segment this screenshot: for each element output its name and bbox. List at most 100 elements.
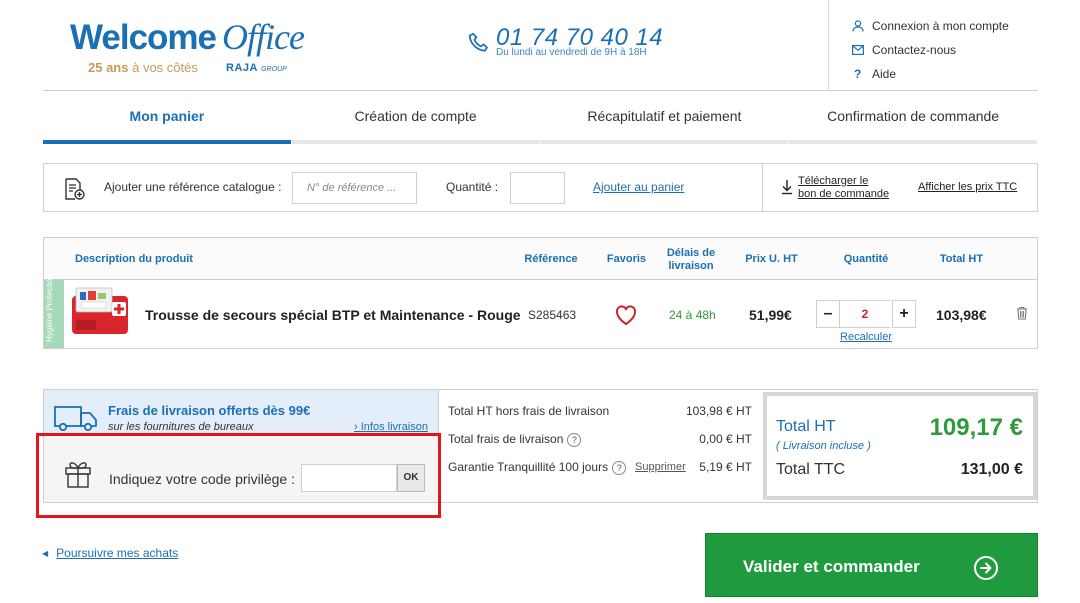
info-icon[interactable]: ? [567, 432, 582, 447]
shipping-label: Total frais de livraison [448, 432, 564, 446]
show-ttc-prices-link[interactable]: Afficher les prix TTC [918, 181, 1017, 193]
step-summary-payment[interactable]: Récapitulatif et paiement [540, 100, 789, 144]
tagline-years: 25 ans [88, 60, 129, 75]
checkout-steps: Mon panier Création de compte Récapitula… [43, 100, 1038, 144]
recalculate-link[interactable]: Recalculer [840, 331, 892, 343]
phone-icon [468, 32, 488, 52]
quantity-increase-button[interactable]: + [892, 300, 916, 328]
continue-shopping-link[interactable]: ◀ Poursuivre mes achats [42, 546, 178, 560]
heart-icon[interactable] [614, 304, 638, 326]
row-total: 103,98€ [936, 307, 987, 323]
catalog-add-icon [65, 178, 85, 200]
header-divider-line [43, 90, 1038, 91]
quantity-input[interactable] [510, 172, 565, 204]
trash-icon[interactable] [1016, 306, 1028, 320]
step-cart[interactable]: Mon panier [43, 100, 291, 144]
table-row: Hygiène Protection Trousse de secours sp… [44, 274, 1037, 348]
th-delais-line1: Délais de [666, 247, 716, 259]
validate-order-label: Valider et commander [743, 557, 920, 576]
th-description: Description du produit [75, 253, 193, 265]
question-icon: ? [854, 67, 862, 81]
step-confirmation[interactable]: Confirmation de commande [789, 100, 1037, 144]
download-line2: bon de commande [798, 188, 890, 200]
guarantee-label: Garantie Tranquillité 100 jours [448, 460, 609, 474]
raja-group-logo: RAJA GROUP [226, 62, 287, 74]
header-divider [828, 0, 829, 90]
free-shipping-subtitle: sur les fournitures de bureaux [108, 421, 254, 433]
phone-hours: Du lundi au vendredi de 9H à 18H [496, 47, 647, 58]
total-ht-value: 109,17 € [929, 414, 1023, 441]
download-line1: Télécharger le [798, 175, 869, 187]
raja-text: RAJA [226, 62, 258, 74]
site-logo[interactable]: Welcome Office 25 ans à vos côtés RAJA GR… [70, 18, 310, 78]
help-link[interactable]: ? Aide [852, 62, 1009, 86]
th-unit-price: Prix U. HT [745, 253, 798, 265]
th-total: Total HT [939, 253, 984, 265]
shipping-value: 0,00 € HT [699, 432, 752, 446]
free-shipping-title: Frais de livraison offerts dès 99€ [108, 403, 311, 418]
gift-icon [65, 462, 91, 488]
validate-order-button[interactable]: Valider et commander [705, 533, 1038, 597]
add-reference-label: Ajouter une référence catalogue : [104, 180, 282, 194]
add-to-cart-link[interactable]: Ajouter au panier [593, 180, 684, 194]
total-ttc-label: Total TTC [776, 461, 846, 478]
quantity-label: Quantité : [446, 180, 499, 194]
th-delais-line2: livraison [668, 260, 714, 272]
totals-box: Total HT ( Livraison incluse ) 109,17 € … [763, 392, 1037, 500]
reference-input[interactable] [292, 172, 417, 204]
th-reference: Référence [524, 253, 578, 265]
th-quantity: Quantité [843, 253, 889, 265]
user-icon [852, 20, 872, 32]
total-ttc-value: 131,00 € [960, 461, 1023, 478]
th-delais: Délais de livraison [656, 247, 726, 273]
logo-tagline: 25 ans à vos côtés [88, 60, 198, 75]
add-reference-bar: Ajouter une référence catalogue : Quanti… [43, 163, 1038, 212]
continue-shopping-label: Poursuivre mes achats [56, 546, 179, 560]
mail-icon [852, 45, 872, 55]
tagline-rest: à vos côtés [128, 60, 198, 75]
order-summary: Frais de livraison offerts dès 99€ sur l… [43, 389, 1038, 503]
logo-word-office: Office [222, 17, 305, 57]
free-shipping-banner: Frais de livraison offerts dès 99€ sur l… [44, 390, 439, 436]
shipping-info-link[interactable]: › Infos livraison [354, 421, 428, 433]
contact-link-label: Contactez-nous [872, 43, 957, 57]
step-account-creation[interactable]: Création de compte [291, 100, 540, 144]
arrow-left-icon: ◀ [42, 549, 49, 558]
contact-link[interactable]: Contactez-nous [852, 38, 1009, 62]
promo-code-input[interactable] [301, 464, 397, 492]
delivery-delay: 24 à 48h [669, 308, 716, 322]
promo-code-label: Indiquez votre code privilège : [109, 471, 295, 487]
promo-code-ok-button[interactable]: OK [397, 464, 425, 492]
th-favoris: Favoris [606, 253, 647, 265]
login-link-label: Connexion à mon compte [872, 19, 1009, 33]
cost-breakdown: Total HT hors frais de livraison 103,98 … [448, 404, 752, 488]
total-ht-subtitle: ( Livraison incluse ) [776, 440, 871, 452]
product-image[interactable] [68, 284, 134, 342]
download-icon[interactable] [780, 178, 794, 196]
refbar-divider [762, 164, 763, 211]
quantity-value[interactable]: 2 [840, 300, 890, 328]
promo-code-box: Indiquez votre code privilège : OK [44, 436, 439, 502]
arrow-right-circle-icon [974, 556, 998, 580]
product-name[interactable]: Trousse de secours spécial BTP et Mainte… [145, 307, 521, 323]
cart-table-header: Description du produit Référence Favoris… [44, 238, 1037, 280]
category-label: Hygiène Protection [45, 274, 54, 342]
unit-price: 51,99€ [749, 307, 792, 323]
cost-row-shipping: Total frais de livraison? 0,00 € HT [448, 432, 752, 460]
logo-wordmark: Welcome Office [70, 17, 305, 57]
help-link-label: Aide [872, 67, 897, 81]
phone-contact[interactable]: 01 74 70 40 14 Du lundi au vendredi de 9… [466, 24, 686, 66]
subtotal-value: 103,98 € HT [685, 404, 752, 418]
subtotal-label: Total HT hors frais de livraison [448, 404, 610, 418]
guarantee-value: 5,19 € HT [699, 460, 752, 474]
login-link[interactable]: Connexion à mon compte [852, 14, 1009, 38]
category-strip: Hygiène Protection [44, 274, 64, 348]
remove-guarantee-link[interactable]: Supprimer [635, 461, 686, 473]
download-order-form-link[interactable]: Télécharger le bon de commande [798, 175, 889, 201]
cost-row-subtotal: Total HT hors frais de livraison 103,98 … [448, 404, 752, 432]
quantity-decrease-button[interactable]: – [816, 300, 840, 328]
logo-word-welcome: Welcome [70, 18, 217, 57]
account-links: Connexion à mon compte Contactez-nous ? … [852, 14, 1009, 86]
info-icon[interactable]: ? [612, 460, 627, 475]
total-ht-label: Total HT [776, 418, 836, 435]
